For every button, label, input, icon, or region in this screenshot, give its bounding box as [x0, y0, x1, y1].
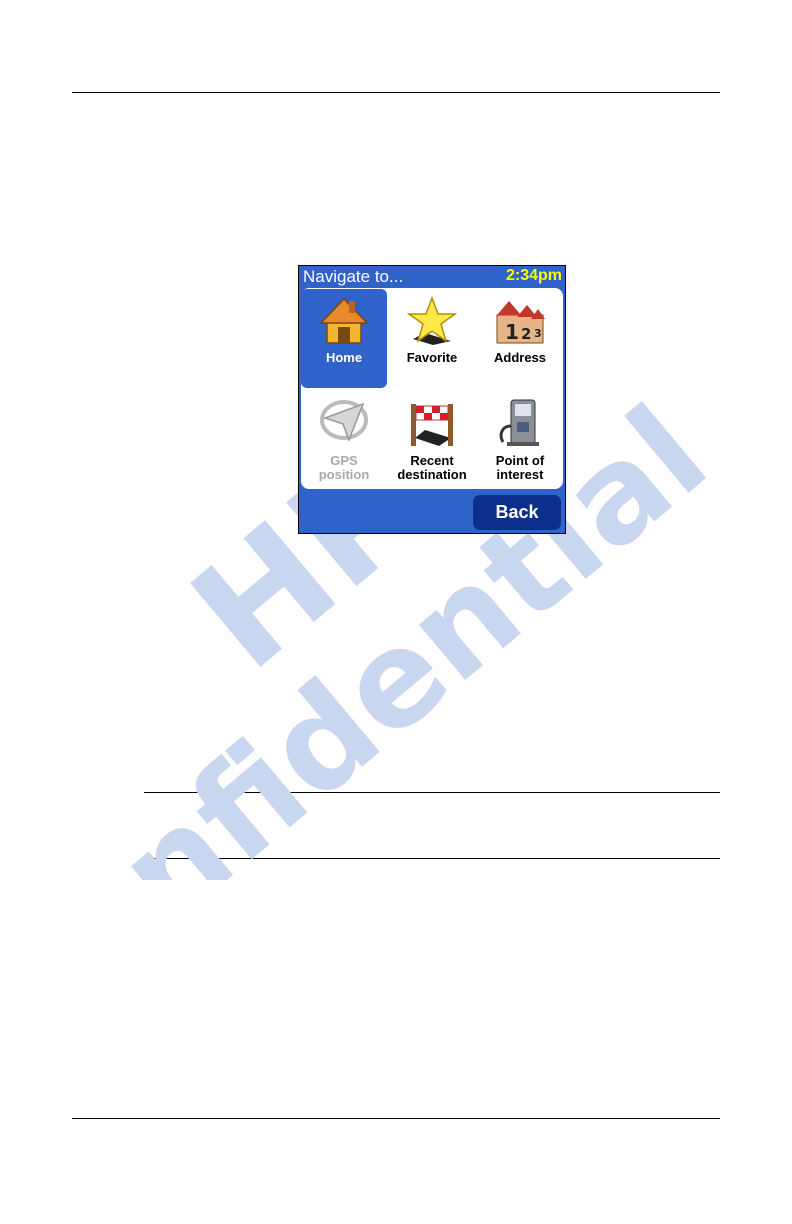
svg-text:3: 3	[534, 327, 542, 340]
address-label: Address	[493, 350, 547, 365]
house-icon	[319, 297, 369, 344]
favorite-label: Favorite	[406, 350, 458, 365]
note-top-rule	[144, 792, 720, 793]
menu-panel: Home Favorite 1 2 3 Address GPS position…	[301, 288, 563, 489]
fuel-pump-icon	[499, 399, 539, 446]
screen-title: Navigate to...	[303, 267, 404, 286]
recent-destination-label-2: destination	[397, 467, 467, 482]
footer-rule	[72, 1118, 720, 1119]
note-bottom-rule	[144, 858, 720, 859]
home-tile[interactable]: Home	[301, 289, 387, 388]
star-icon	[407, 295, 457, 345]
svg-text:2: 2	[521, 325, 531, 343]
svg-text:1: 1	[505, 320, 519, 344]
recent-destination-tile[interactable]: Recent destination	[389, 390, 475, 489]
gps-position-label-1: GPS	[330, 453, 358, 468]
address-tile[interactable]: 1 2 3 Address	[477, 289, 563, 388]
title-bar: Navigate to... 2:34pm	[299, 266, 565, 288]
clock: 2:34pm	[505, 267, 562, 284]
navigate-to-screen: Navigate to... 2:34pm Home Favorite 1 2 …	[298, 265, 566, 534]
recent-destination-label-1: Recent	[410, 453, 454, 468]
header-rule	[72, 92, 720, 93]
favorite-tile[interactable]: Favorite	[389, 289, 475, 388]
home-label: Home	[325, 350, 363, 365]
point-of-interest-label-2: interest	[496, 467, 544, 482]
gps-position-label-2: position	[318, 467, 370, 482]
point-of-interest-label-1: Point of	[495, 453, 545, 468]
back-button[interactable]: Back	[473, 495, 561, 530]
point-of-interest-tile[interactable]: Point of interest	[477, 390, 563, 489]
checkered-flag-icon	[411, 404, 453, 446]
gps-icon	[320, 400, 368, 443]
gps-position-tile[interactable]: GPS position	[301, 390, 387, 489]
houses-123-icon: 1 2 3	[496, 301, 545, 344]
